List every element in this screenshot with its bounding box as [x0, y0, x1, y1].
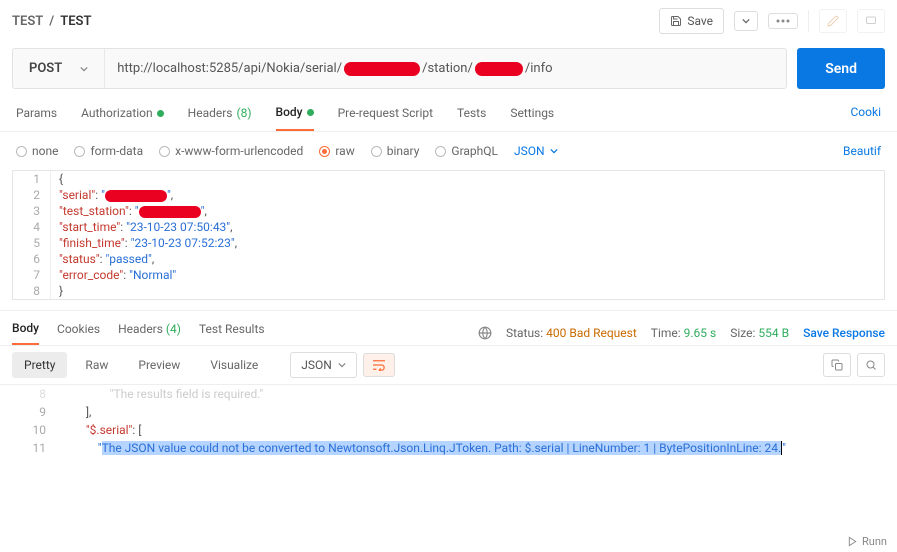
tab-headers[interactable]: Headers (8)	[188, 105, 252, 131]
code-line: "start_time": "23-10-23 07:50:43",	[51, 219, 241, 235]
bodytype-raw[interactable]: raw	[319, 144, 354, 158]
bodytype-urlencoded[interactable]: x-www-form-urlencoded	[159, 144, 303, 158]
resp-tab-tests[interactable]: Test Results	[199, 322, 265, 344]
code-line: }	[51, 283, 71, 299]
redacted-value	[105, 190, 167, 202]
view-pretty[interactable]: Pretty	[12, 352, 67, 378]
code-line: "finish_time": "23-10-23 07:52:23",	[51, 235, 245, 251]
line-number: 6	[13, 251, 51, 267]
redacted-station	[475, 62, 523, 76]
more-actions-button[interactable]	[768, 13, 798, 29]
chevron-down-icon	[338, 361, 346, 369]
wrap-lines-button[interactable]	[363, 353, 395, 377]
tab-body[interactable]: Body	[276, 105, 314, 131]
method-label: POST	[29, 61, 62, 76]
time-label: Time: 9.65 s	[651, 326, 716, 340]
pencil-icon	[827, 15, 839, 27]
line-number: 3	[13, 203, 51, 219]
size-label: Size: 554 B	[730, 326, 789, 340]
line-number: 8	[12, 385, 56, 403]
wrap-icon	[372, 359, 386, 371]
send-label: Send	[825, 61, 857, 77]
line-number: 11	[12, 439, 56, 457]
response-line: "$.serial": [	[56, 421, 885, 439]
bodytype-formdata[interactable]: form-data	[74, 144, 143, 158]
send-button[interactable]: Send	[797, 48, 885, 89]
save-response-link[interactable]: Save Response	[803, 326, 885, 340]
bodytype-none[interactable]: none	[16, 144, 58, 158]
bodytype-binary[interactable]: binary	[371, 144, 420, 158]
resp-tab-cookies[interactable]: Cookies	[57, 322, 100, 344]
tab-tests[interactable]: Tests	[457, 105, 486, 131]
response-line: "The results field is required."	[56, 385, 885, 403]
beautify-link[interactable]: Beautif	[843, 144, 881, 158]
tab-prerequest[interactable]: Pre-request Script	[338, 105, 433, 131]
resp-tab-body[interactable]: Body	[12, 321, 39, 345]
copy-icon	[831, 359, 843, 371]
code-line: "serial": "",	[51, 187, 181, 203]
body-format-select[interactable]: JSON	[514, 144, 558, 158]
comment-button[interactable]	[857, 9, 885, 33]
method-select[interactable]: POST	[13, 49, 105, 88]
cookies-link[interactable]: Cooki	[851, 105, 882, 131]
request-body-editor[interactable]: 1{2"serial": "",3"test_station": "",4"st…	[12, 170, 885, 300]
line-number: 7	[13, 267, 51, 283]
tab-settings[interactable]: Settings	[510, 105, 554, 131]
chevron-down-icon	[550, 147, 558, 155]
line-number: 2	[13, 187, 51, 203]
save-dropdown[interactable]	[734, 11, 758, 31]
code-line: "status": "passed",	[51, 251, 162, 267]
body-indicator-icon	[307, 109, 314, 116]
ellipsis-icon	[776, 19, 790, 23]
runner-icon	[847, 536, 858, 547]
save-icon	[670, 15, 682, 27]
status-label: Status: 400 Bad Request	[506, 326, 637, 340]
line-number: 9	[12, 403, 56, 421]
line-number: 5	[13, 235, 51, 251]
chevron-down-icon	[742, 17, 750, 25]
url-part-2: /station/	[422, 61, 473, 76]
auth-indicator-icon	[157, 110, 164, 117]
line-number: 8	[13, 283, 51, 299]
view-preview[interactable]: Preview	[126, 352, 192, 378]
breadcrumb-parent[interactable]: TEST	[12, 14, 43, 29]
resp-tab-headers[interactable]: Headers (4)	[118, 322, 181, 344]
save-label: Save	[687, 14, 713, 28]
url-part-1: http://localhost:5285/api/Nokia/serial/	[117, 61, 342, 76]
chevron-down-icon	[80, 65, 88, 73]
network-icon	[478, 326, 492, 340]
response-body-viewer[interactable]: 8 "The results field is required." 9 ], …	[0, 385, 897, 457]
redacted-value	[139, 206, 201, 218]
search-response-button[interactable]	[857, 353, 885, 377]
code-line: {	[51, 171, 71, 187]
breadcrumb-current: TEST	[60, 14, 91, 29]
view-raw[interactable]: Raw	[73, 352, 120, 378]
bodytype-graphql[interactable]: GraphQL	[435, 144, 498, 158]
redacted-serial	[344, 62, 420, 76]
request-bar: POST http://localhost:5285/api/Nokia/ser…	[12, 48, 787, 89]
response-line: ],	[56, 403, 885, 421]
response-line: "The JSON value could not be converted t…	[56, 439, 885, 457]
line-number: 1	[13, 171, 51, 187]
url-part-3: /info	[525, 61, 553, 76]
edit-button[interactable]	[819, 9, 847, 33]
code-line: "error_code": "Normal"	[51, 267, 184, 283]
comment-icon	[865, 15, 877, 27]
copy-response-button[interactable]	[823, 353, 851, 377]
search-icon	[865, 359, 877, 371]
response-format-select[interactable]: JSON	[290, 352, 357, 378]
breadcrumb: TEST / TEST	[12, 14, 91, 29]
code-line: "test_station": "",	[51, 203, 215, 219]
breadcrumb-sep: /	[49, 14, 54, 29]
url-input[interactable]: http://localhost:5285/api/Nokia/serial/ …	[105, 49, 786, 88]
footer-runner[interactable]: Runn	[847, 535, 887, 548]
line-number: 4	[13, 219, 51, 235]
save-button[interactable]: Save	[659, 8, 724, 34]
view-visualize[interactable]: Visualize	[198, 352, 270, 378]
tab-params[interactable]: Params	[16, 105, 57, 131]
tab-authorization[interactable]: Authorization	[81, 105, 164, 131]
line-number: 10	[12, 421, 56, 439]
